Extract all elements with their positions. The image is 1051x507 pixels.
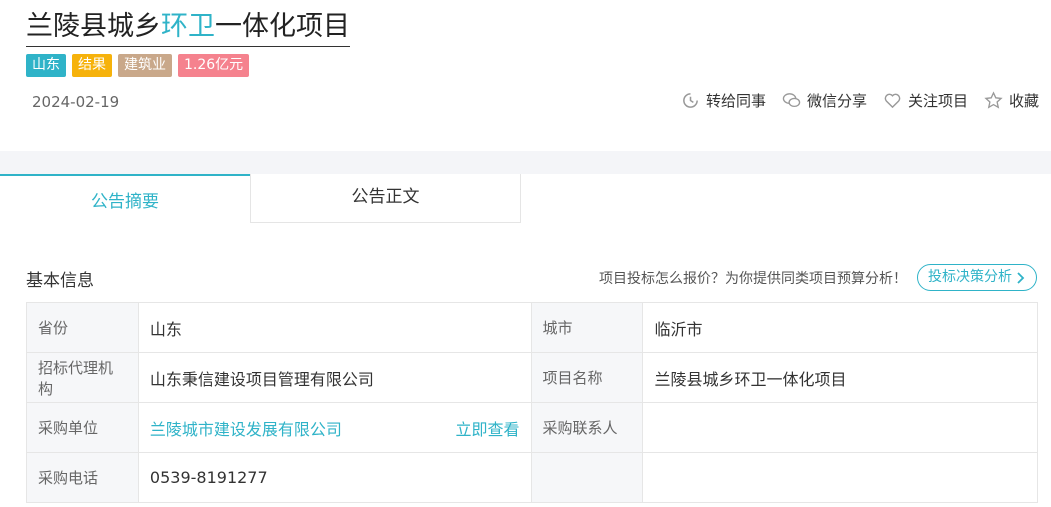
buyer-link[interactable]: 兰陵城市建设发展有限公司 (150, 416, 342, 440)
basic-info-table: 省份 山东 城市 临沂市 招标代理机构 山东秉信建设项目管理有限公司 项目名称 … (26, 302, 1038, 503)
follow-project-button[interactable]: 关注项目 (883, 90, 968, 111)
heart-icon (884, 93, 901, 109)
tag-amount: 1.26亿元 (178, 54, 250, 77)
forward-icon (683, 93, 698, 108)
title-part-3: 一体化项目 (215, 11, 350, 42)
forward-button[interactable]: 转给同事 (681, 90, 766, 111)
table-row: 采购电话 0539-8191277 (26, 452, 1038, 503)
promo-bar: 项目投标怎么报价？为你提供同类项目预算分析！ 投标决策分析 (599, 264, 1037, 291)
province-label: 省份 (26, 302, 139, 353)
province-value: 山东 (137, 302, 532, 353)
empty-label (530, 452, 644, 503)
buyer-label: 采购单位 (26, 402, 139, 453)
table-row: 省份 山东 城市 临沂市 (26, 302, 1038, 353)
phone-value: 0539-8191277 (137, 452, 532, 503)
promo-text: 项目投标怎么报价？为你提供同类项目预算分析！ (599, 270, 907, 287)
section-divider (0, 151, 1051, 174)
forward-label: 转给同事 (705, 92, 766, 110)
project-label: 项目名称 (530, 352, 644, 403)
tab-full-text[interactable]: 公告正文 (250, 174, 521, 223)
wechat-icon (782, 93, 801, 108)
tab-summary[interactable]: 公告摘要 (0, 174, 250, 223)
tab-bar: 公告摘要 公告正文 (0, 174, 521, 223)
phone-label: 采购电话 (26, 452, 139, 503)
buyer-cell: 兰陵城市建设发展有限公司 立即查看 (137, 402, 532, 453)
action-bar: 转给同事 微信分享 关注项目 收藏 (681, 90, 1039, 111)
wechat-share-label: 微信分享 (806, 92, 867, 110)
title-part-1: 兰陵县城乡 (26, 11, 161, 42)
wechat-share-button[interactable]: 微信分享 (782, 90, 867, 111)
table-row: 招标代理机构 山东秉信建设项目管理有限公司 项目名称 兰陵县城乡环卫一体化项目 (26, 352, 1038, 403)
agency-label: 招标代理机构 (26, 352, 139, 403)
table-row: 采购单位 兰陵城市建设发展有限公司 立即查看 采购联系人 (26, 402, 1038, 453)
tag-industry: 建筑业 (118, 54, 172, 77)
tag-status: 结果 (72, 54, 112, 77)
publish-date: 2024-02-19 (32, 93, 120, 111)
chevron-right-icon (1017, 271, 1025, 284)
city-value: 临沂市 (642, 302, 1038, 353)
page-title: 兰陵县城乡环卫一体化项目 (26, 8, 350, 47)
follow-project-label: 关注项目 (907, 92, 968, 110)
project-value: 兰陵县城乡环卫一体化项目 (642, 352, 1038, 403)
title-highlight: 环卫 (161, 11, 215, 42)
city-label: 城市 (530, 302, 644, 353)
contact-value (642, 402, 1038, 453)
favorite-button[interactable]: 收藏 (984, 90, 1039, 111)
section-title: 基本信息 (26, 271, 94, 291)
tag-province: 山东 (26, 54, 66, 77)
empty-value (642, 452, 1038, 503)
bid-analysis-button[interactable]: 投标决策分析 (917, 264, 1037, 291)
favorite-label: 收藏 (1008, 92, 1039, 110)
bid-analysis-label: 投标决策分析 (928, 269, 1012, 285)
contact-label: 采购联系人 (530, 402, 644, 453)
view-buyer-link[interactable]: 立即查看 (456, 416, 520, 440)
tag-list: 山东 结果 建筑业 1.26亿元 (26, 54, 250, 77)
star-icon (984, 91, 1003, 109)
agency-value: 山东秉信建设项目管理有限公司 (137, 352, 532, 403)
